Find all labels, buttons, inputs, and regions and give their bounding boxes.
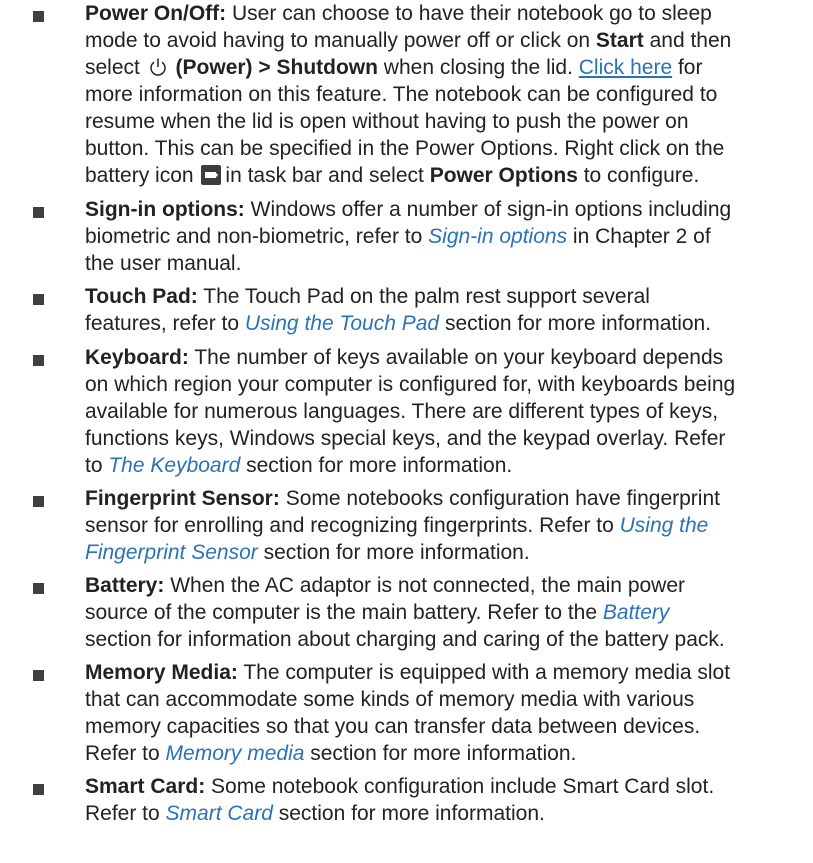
memory-media-link[interactable]: Memory media [166,742,305,765]
the-keyboard-link[interactable]: The Keyboard [108,454,240,477]
sign-in-options-link[interactable]: Sign-in options [428,225,567,248]
list-item-text: Memory Media: The computer is equipped w… [85,661,731,765]
square-bullet-icon [33,583,44,594]
list-item-text: Touch Pad: The Touch Pad on the palm res… [85,285,712,335]
document-page: Power On/Off: User can choose to have th… [0,0,813,863]
list-item-text: Battery: When the AC adaptor is not conn… [85,574,725,651]
list-item-text: Keyboard: The number of keys available o… [85,346,736,477]
smart-card-link[interactable]: Smart Card [166,802,273,825]
square-bullet-icon [33,355,44,366]
using-fingerprint-sensor-link-part2[interactable]: Fingerprint Sensor [85,541,258,564]
click-here-link[interactable]: Click here [579,56,672,79]
item-title: Memory Media: [85,661,238,684]
battery-link[interactable]: Battery [603,601,670,624]
using-fingerprint-sensor-link-part1[interactable]: Using the [620,514,709,537]
using-touch-pad-link[interactable]: Using the Touch Pad [245,312,439,335]
item-title: Battery: [85,574,165,597]
square-bullet-icon [33,294,44,305]
item-title: Keyboard: [85,346,189,369]
item-title: Touch Pad: [85,285,198,308]
list-item-text: Power On/Off: User can choose to have th… [85,2,732,187]
square-bullet-icon [33,784,44,795]
battery-icon [201,165,222,185]
list-item-text: Fingerprint Sensor: Some notebooks confi… [85,487,720,564]
item-title: Sign-in options: [85,198,245,221]
list-item-text: Smart Card: Some notebook configuration … [85,775,715,825]
square-bullet-icon [33,496,44,507]
list-item-text: Sign-in options: Windows offer a number … [85,198,732,275]
item-title: Smart Card: [85,775,206,798]
item-title: Power On/Off: [85,2,227,25]
square-bullet-icon [33,11,44,22]
item-title: Fingerprint Sensor: [85,487,280,510]
square-bullet-icon [33,670,44,681]
square-bullet-icon [33,207,44,218]
power-icon [149,58,166,76]
